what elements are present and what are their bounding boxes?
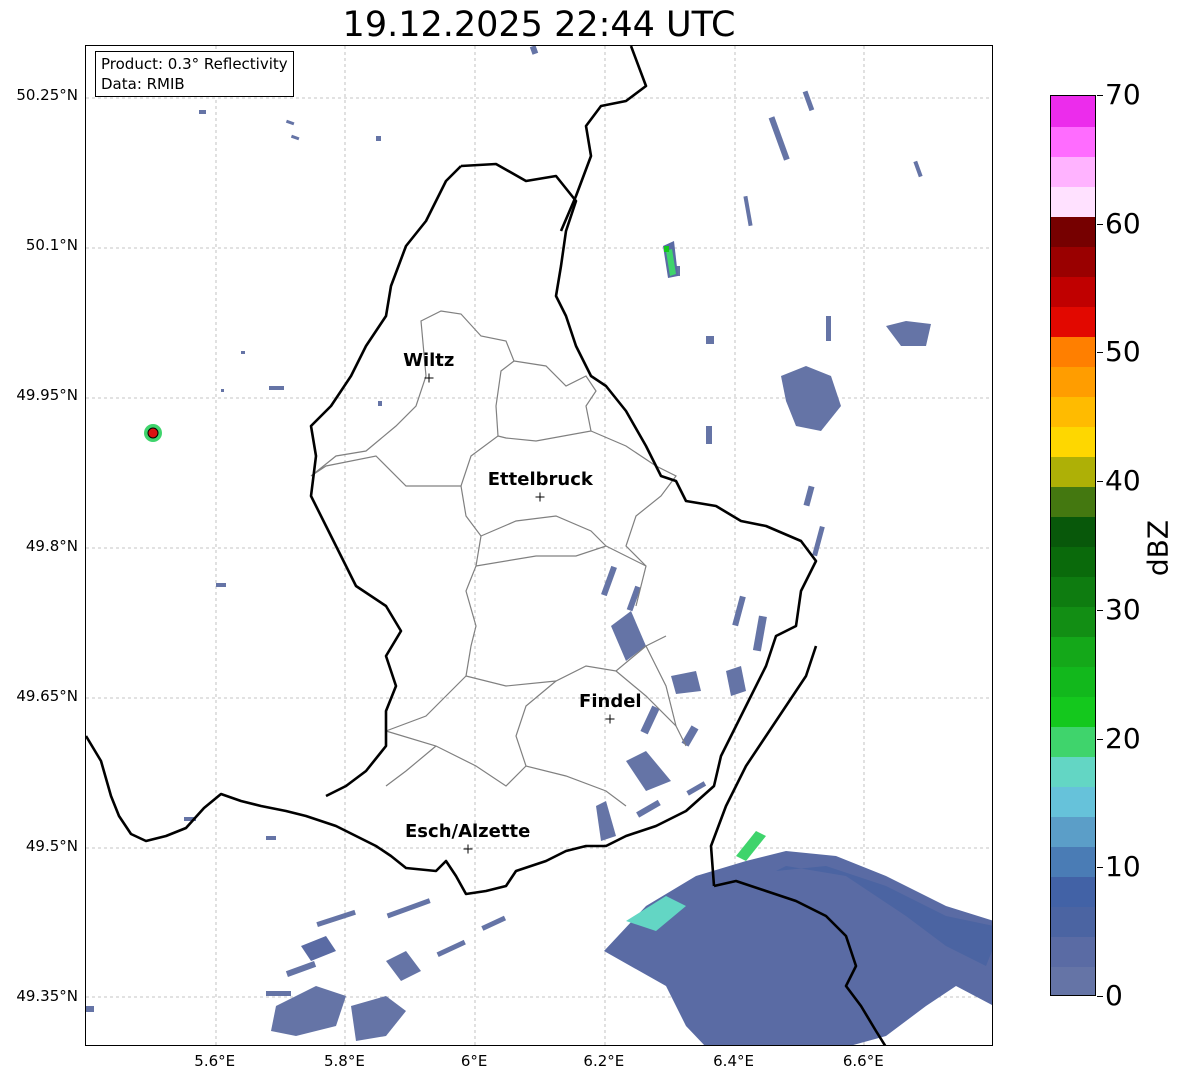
colorbar-tick-mark bbox=[1097, 352, 1103, 354]
lat-tick-label: 50.25°N bbox=[16, 86, 78, 105]
colorbar-segment bbox=[1051, 516, 1095, 547]
city-label: Ettelbruck bbox=[487, 469, 593, 491]
colorbar-segment bbox=[1051, 156, 1095, 187]
radar-echoes bbox=[86, 46, 992, 1045]
colorbar-segment bbox=[1051, 696, 1095, 728]
radar-site-marker bbox=[144, 424, 162, 442]
lon-tick-label: 6.6°E bbox=[842, 1052, 884, 1070]
colorbar-segment bbox=[1051, 126, 1095, 157]
city-marker-icon bbox=[535, 492, 545, 502]
lat-tick-label: 49.5°N bbox=[25, 836, 78, 855]
product-info-box: Product: 0.3° Reflectivity Data: RMIB bbox=[95, 51, 294, 97]
lat-tick-label: 50.1°N bbox=[25, 236, 78, 255]
map-title: 19.12.2025 22:44 UTC bbox=[342, 5, 736, 45]
lat-tick-label: 49.8°N bbox=[25, 536, 78, 555]
colorbar-segment bbox=[1051, 576, 1095, 608]
colorbar-segment bbox=[1051, 786, 1095, 818]
colorbar-segment bbox=[1051, 966, 1095, 995]
colorbar-segment bbox=[1051, 876, 1095, 908]
colorbar-segment bbox=[1051, 486, 1095, 517]
city-marker-icon bbox=[424, 373, 434, 383]
colorbar-tick-label: 0 bbox=[1105, 979, 1123, 1012]
colorbar-segment bbox=[1051, 186, 1095, 217]
colorbar-tick-label: 40 bbox=[1105, 464, 1141, 498]
colorbar-segment bbox=[1051, 306, 1095, 337]
colorbar-tick-mark bbox=[1097, 867, 1103, 869]
city-label: Findel bbox=[579, 690, 642, 712]
lat-tick-label: 49.95°N bbox=[16, 386, 78, 405]
colorbar-tick-mark bbox=[1097, 481, 1103, 483]
colorbar-tick-mark bbox=[1097, 95, 1103, 96]
colorbar-segment bbox=[1051, 276, 1095, 307]
city-label: Wiltz bbox=[403, 350, 455, 372]
colorbar-segment bbox=[1051, 396, 1095, 427]
data-source-label: Data: RMIB bbox=[101, 75, 185, 93]
lon-tick-label: 6.2°E bbox=[583, 1052, 625, 1070]
colorbar-tick-mark bbox=[1097, 223, 1103, 225]
city-marker-icon bbox=[605, 714, 615, 724]
colorbar bbox=[1050, 95, 1096, 996]
canton-borders bbox=[310, 310, 687, 807]
colorbar-segment bbox=[1051, 96, 1095, 127]
colorbar-label: dBZ bbox=[1141, 519, 1175, 577]
lon-tick-label: 6.4°E bbox=[713, 1052, 754, 1070]
colorbar-segment bbox=[1051, 606, 1095, 638]
colorbar-tick-label: 60 bbox=[1105, 206, 1141, 240]
colorbar-segment bbox=[1051, 756, 1095, 788]
colorbar-tick-label: 70 bbox=[1105, 78, 1141, 111]
city-marker-icon bbox=[463, 844, 473, 854]
colorbar-segment bbox=[1051, 726, 1095, 758]
map-canvas[interactable] bbox=[86, 46, 993, 1046]
colorbar-segment bbox=[1051, 246, 1095, 277]
colorbar-segment bbox=[1051, 666, 1095, 698]
lat-tick-label: 49.65°N bbox=[16, 686, 78, 705]
colorbar-segment bbox=[1051, 546, 1095, 578]
colorbar-tick-label: 50 bbox=[1105, 335, 1141, 369]
colorbar-tick-mark bbox=[1097, 996, 1103, 997]
colorbar-segment bbox=[1051, 336, 1095, 367]
lat-tick-label: 49.35°N bbox=[16, 986, 78, 1005]
colorbar-tick-label: 30 bbox=[1105, 592, 1141, 626]
colorbar-tick-label: 10 bbox=[1105, 850, 1141, 884]
colorbar-segment bbox=[1051, 906, 1095, 938]
colorbar-segment bbox=[1051, 816, 1095, 848]
colorbar-segment bbox=[1051, 366, 1095, 397]
lon-tick-label: 5.6°E bbox=[194, 1052, 236, 1070]
product-label: Product: 0.3° Reflectivity bbox=[101, 55, 288, 73]
colorbar-segment bbox=[1051, 216, 1095, 247]
colorbar-tick-mark bbox=[1097, 609, 1103, 611]
colorbar-segment bbox=[1051, 426, 1095, 457]
lon-tick-label: 6°E bbox=[460, 1052, 488, 1070]
radar-map[interactable] bbox=[85, 45, 993, 1046]
colorbar-segment bbox=[1051, 456, 1095, 487]
colorbar-tick-label: 20 bbox=[1105, 721, 1141, 755]
colorbar-segment bbox=[1051, 936, 1095, 968]
colorbar-segment bbox=[1051, 636, 1095, 668]
colorbar-segment bbox=[1051, 846, 1095, 878]
colorbar-tick-mark bbox=[1097, 738, 1103, 740]
city-label: Esch/Alzette bbox=[405, 820, 531, 842]
lon-tick-label: 5.8°E bbox=[324, 1052, 365, 1070]
